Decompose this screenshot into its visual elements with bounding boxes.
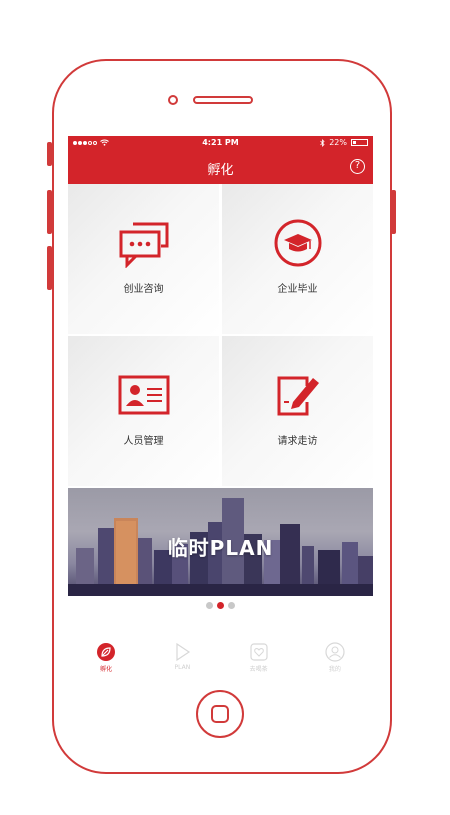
volume-down-button [47, 246, 52, 290]
battery-fill [353, 141, 356, 144]
play-icon [176, 642, 191, 662]
graduation-cap-icon [274, 219, 321, 267]
home-button-square [211, 705, 229, 723]
pager-dot[interactable] [206, 602, 213, 609]
tile-visit-request[interactable]: 请求走访 [222, 336, 373, 486]
tab-label: 去喝茶 [249, 666, 268, 673]
id-card-icon [118, 375, 169, 415]
edit-note-icon [277, 376, 319, 416]
tile-label: 创业咨询 [123, 284, 164, 295]
app-screen: 4:21 PM 22% 孵化 ? 创业咨询 企业毕业 人员管理 请求走访 临时P… [68, 136, 373, 680]
banner-pager [68, 602, 373, 609]
tile-graduation[interactable]: 企业毕业 [222, 184, 373, 334]
tile-label: 企业毕业 [277, 284, 318, 295]
tab-tea[interactable]: 去喝茶 [221, 638, 297, 680]
tile-label: 请求走访 [277, 436, 318, 447]
tab-bar: 孵化 PLAN 去喝茶 我的 [68, 638, 373, 680]
tab-incubate[interactable]: 孵化 [68, 638, 144, 680]
battery-icon [351, 139, 368, 146]
promo-banner[interactable]: 临时PLAN [68, 488, 373, 596]
tile-personnel[interactable]: 人员管理 [68, 336, 219, 486]
tile-label: 人员管理 [123, 436, 164, 447]
tab-me[interactable]: 我的 [297, 638, 373, 680]
leaf-icon [97, 643, 116, 661]
mute-switch [47, 142, 52, 166]
status-bar: 4:21 PM 22% [68, 136, 373, 151]
earpiece-speaker [193, 96, 253, 104]
nav-bar: 孵化 ? [68, 151, 373, 184]
volume-up-button [47, 190, 52, 234]
tab-label: 我的 [328, 666, 341, 673]
feature-grid: 创业咨询 企业毕业 人员管理 请求走访 [68, 184, 373, 486]
user-icon [325, 642, 345, 662]
banner-title: 临时PLAN [167, 536, 274, 560]
pager-dot-active[interactable] [217, 602, 224, 609]
tab-label: 孵化 [100, 666, 113, 673]
front-camera [168, 95, 178, 105]
page-title: 孵化 [207, 163, 234, 178]
chat-bubbles-icon [119, 222, 168, 268]
heart-icon [250, 643, 268, 661]
bluetooth-icon [320, 138, 325, 147]
pager-dot[interactable] [228, 602, 235, 609]
battery-percent: 22% [329, 138, 347, 147]
help-icon[interactable]: ? [350, 159, 365, 174]
tab-label: PLAN [174, 664, 191, 671]
tab-plan[interactable]: PLAN [144, 638, 220, 680]
tile-consulting[interactable]: 创业咨询 [68, 184, 219, 334]
home-button[interactable] [196, 690, 244, 738]
power-button [391, 190, 396, 234]
